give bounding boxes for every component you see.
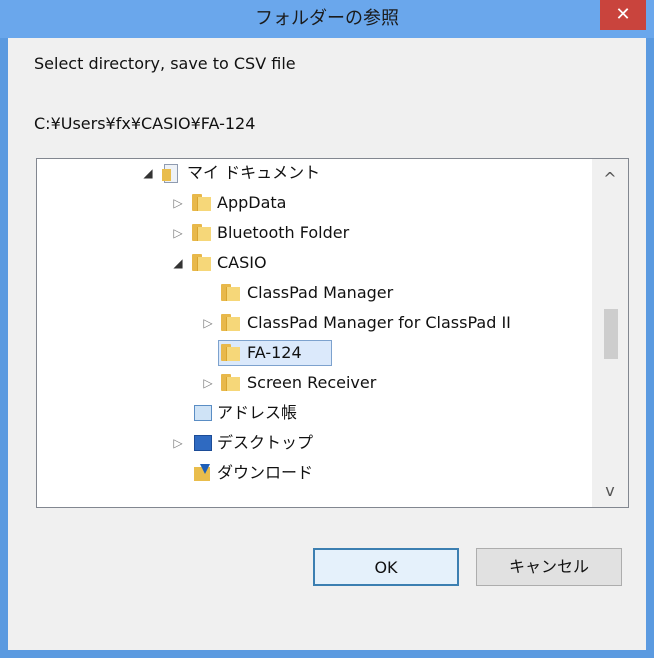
tree-item-label: マイ ドキュメント — [187, 163, 321, 182]
downloads-folder-icon — [194, 464, 212, 482]
folder-icon — [192, 224, 211, 241]
scroll-up-icon[interactable]: ^ — [592, 165, 628, 193]
title-bar[interactable]: フォルダーの参照 ✕ — [0, 0, 654, 38]
tree-item-label: ClassPad Manager for ClassPad II — [247, 313, 511, 332]
tree-item-classpad-manager[interactable]: ClassPad Manager — [37, 279, 587, 307]
documents-folder-icon — [162, 164, 180, 183]
collapse-arrow-icon[interactable]: ◢ — [171, 249, 185, 277]
tree-item-label: ClassPad Manager — [247, 283, 394, 302]
folder-icon — [192, 194, 211, 211]
dialog-description: Select directory, save to CSV file — [34, 54, 296, 73]
tree-item-bluetooth-folder[interactable]: ▷ Bluetooth Folder — [37, 219, 587, 247]
tree-item-fa-124[interactable]: FA-124 — [37, 339, 587, 367]
expand-arrow-icon[interactable]: ▷ — [171, 429, 185, 457]
folder-icon — [221, 344, 240, 361]
tree-item-screen-receiver[interactable]: ▷ Screen Receiver — [37, 369, 587, 397]
folder-icon — [221, 284, 240, 301]
tree-item-my-documents[interactable]: ◢ マイ ドキュメント — [37, 159, 587, 187]
folder-icon — [192, 254, 211, 271]
tree-item-label: Bluetooth Folder — [217, 223, 350, 242]
tree-item-downloads[interactable]: ダウンロード — [37, 459, 587, 487]
desktop-folder-icon — [194, 435, 212, 451]
folder-browser-window: フォルダーの参照 ✕ Select directory, save to CSV… — [0, 0, 654, 658]
folder-tree[interactable]: ◢ マイ ドキュメント ▷ AppData ▷ Bluetooth Folder… — [36, 158, 629, 508]
tree-item-label: Screen Receiver — [247, 373, 377, 392]
tree-item-appdata[interactable]: ▷ AppData — [37, 189, 587, 217]
tree-item-desktop[interactable]: ▷ デスクトップ — [37, 429, 587, 457]
scroll-down-icon[interactable]: v — [592, 477, 628, 505]
close-button[interactable]: ✕ — [600, 0, 646, 30]
address-book-icon — [194, 405, 212, 421]
current-path: C:¥Users¥fx¥CASIO¥FA-124 — [34, 114, 256, 133]
expand-arrow-icon[interactable]: ▷ — [201, 369, 215, 397]
window-title: フォルダーの参照 — [255, 8, 399, 29]
tree-item-casio[interactable]: ◢ CASIO — [37, 249, 587, 277]
expand-arrow-icon[interactable]: ▷ — [201, 309, 215, 337]
expand-arrow-icon[interactable]: ▷ — [171, 189, 185, 217]
vertical-scrollbar[interactable]: ^ v — [592, 159, 628, 507]
tree-item-label: デスクトップ — [217, 433, 314, 452]
expand-arrow-icon[interactable]: ▷ — [171, 219, 185, 247]
tree-item-label: CASIO — [217, 253, 267, 272]
tree-item-label: ダウンロード — [217, 463, 314, 482]
tree-item-label: アドレス帳 — [217, 403, 298, 422]
folder-icon — [221, 314, 240, 331]
cancel-button[interactable]: キャンセル — [476, 548, 622, 586]
tree-item-classpad-manager-ii[interactable]: ▷ ClassPad Manager for ClassPad II — [37, 309, 587, 337]
tree-item-label: AppData — [217, 193, 287, 212]
tree-item-label: FA-124 — [247, 343, 302, 362]
scrollbar-thumb[interactable] — [604, 309, 618, 359]
collapse-arrow-icon[interactable]: ◢ — [141, 159, 155, 187]
ok-button[interactable]: OK — [313, 548, 459, 586]
tree-item-address-book[interactable]: アドレス帳 — [37, 399, 587, 427]
folder-icon — [221, 374, 240, 391]
